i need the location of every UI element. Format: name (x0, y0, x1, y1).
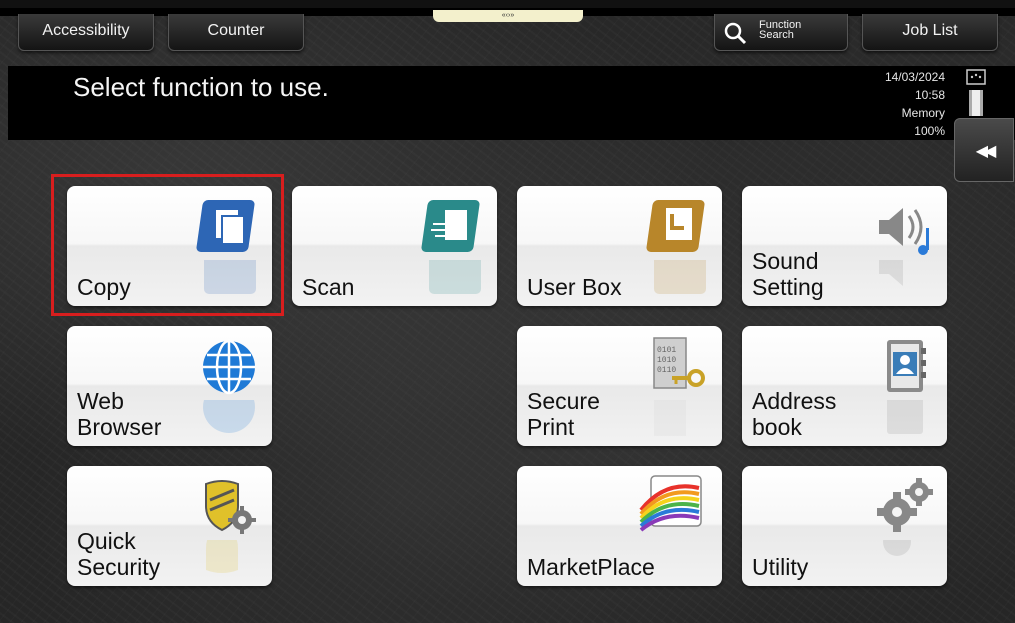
tile-user-box[interactable]: User Box (517, 186, 722, 306)
function-search-label: Function Search (759, 20, 801, 41)
double-left-arrow-icon: ◀◀ (975, 143, 997, 160)
gears-icon (877, 478, 933, 532)
status-info: 14/03/2024 10:58 Memory 100% (885, 68, 945, 140)
tile-label: Utility (752, 554, 809, 580)
tile-label: User Box (527, 274, 622, 300)
user-box-icon (646, 200, 705, 252)
search-icon (724, 22, 747, 45)
tile-label: Scan (302, 274, 355, 300)
tile-label: Web Browser (77, 388, 162, 440)
tile-sound-setting[interactable]: Sound Setting (742, 186, 947, 306)
home-screen: «‹›» Accessibility Counter Function Sear… (0, 0, 1015, 623)
tile-marketplace[interactable]: MarketPlace (517, 466, 722, 586)
shield-gear-icon-reflection (196, 540, 262, 580)
tile-utility[interactable]: Utility (742, 466, 947, 586)
header-bar: Select function to use. 14/03/2024 10:58… (8, 66, 953, 140)
secure-print-icon-reflection (646, 400, 712, 440)
scan-icon-reflection (421, 260, 487, 300)
globe-icon (203, 339, 255, 395)
counter-button[interactable]: Counter (168, 14, 304, 51)
address-book-icon (887, 340, 926, 392)
globe-icon-reflection (196, 400, 262, 440)
sound-icon-reflection (871, 260, 937, 300)
job-list-button[interactable]: Job List (862, 14, 998, 51)
tile-label: Sound Setting (752, 248, 824, 300)
toner-icon (966, 69, 986, 116)
shield-gear-icon (205, 480, 256, 534)
tile-address-book[interactable]: Address book (742, 326, 947, 446)
page-title: Select function to use. (73, 72, 329, 102)
collapse-panel-button[interactable]: ◀◀ (954, 118, 1014, 182)
panel-handle[interactable]: «‹›» (433, 10, 583, 22)
date-text: 14/03/2024 (884, 70, 945, 84)
svg-text:0110: 0110 (657, 366, 676, 375)
function-search-line2: Search (759, 29, 794, 41)
tile-quick-security[interactable]: Quick Security (67, 466, 272, 586)
memory-label: Memory (901, 106, 945, 120)
tile-label: MarketPlace (527, 554, 655, 580)
time-text: 10:58 (914, 88, 945, 102)
gears-icon-reflection (871, 540, 937, 580)
memory-value: 100% (914, 124, 945, 138)
address-book-icon-reflection (871, 400, 937, 440)
accessibility-button[interactable]: Accessibility (18, 14, 154, 51)
svg-text:0101: 0101 (657, 346, 676, 355)
tile-label: Quick Security (77, 528, 161, 580)
tile-web-browser[interactable]: Web Browser (67, 326, 272, 446)
tile-label: Secure Print (527, 388, 600, 440)
sound-icon (879, 208, 929, 255)
tile-label: Address book (752, 388, 837, 440)
svg-text:1010: 1010 (657, 356, 676, 365)
copy-highlight-box (51, 174, 284, 316)
marketplace-icon (639, 475, 702, 532)
tile-secure-print[interactable]: 0101 1010 0110 Secure Print (517, 326, 722, 446)
tile-scan[interactable]: Scan (292, 186, 497, 306)
secure-print-icon: 0101 1010 0110 (653, 337, 705, 389)
user-box-icon-reflection (646, 260, 712, 300)
function-search-button[interactable]: Function Search (714, 14, 848, 51)
scan-icon (421, 200, 480, 252)
